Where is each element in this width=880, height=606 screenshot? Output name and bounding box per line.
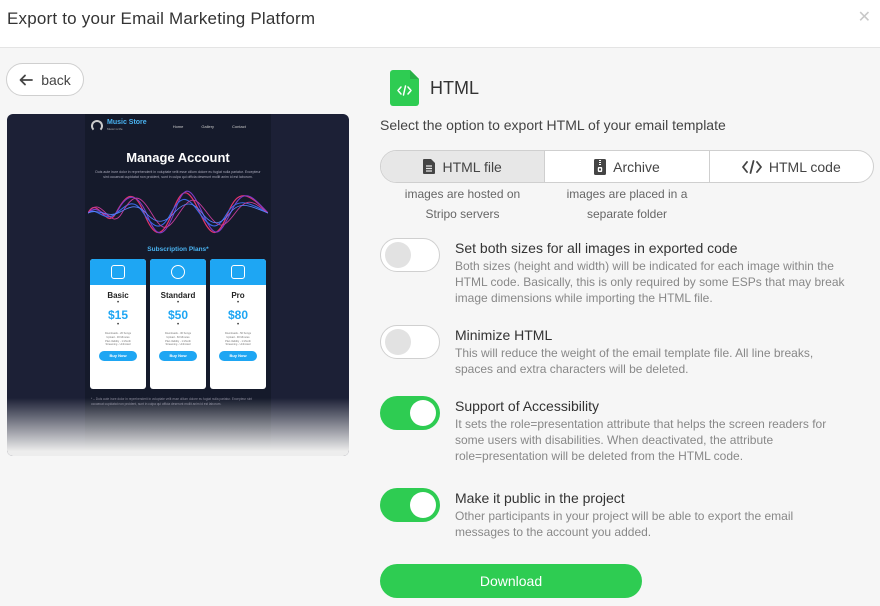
accessibility-title: Support of Accessibility [455, 398, 599, 414]
close-icon[interactable]: ✕ [858, 7, 871, 27]
back-label: back [41, 71, 71, 88]
arrow-left-icon [19, 74, 34, 85]
headphones-icon [91, 120, 103, 132]
modal-title: Export to your Email Marketing Platform [7, 9, 316, 28]
toggle-accessibility[interactable] [380, 396, 440, 430]
plan-icon [111, 265, 125, 279]
html-file-icon [390, 70, 419, 106]
image-sizes-title: Set both sizes for all images in exporte… [455, 240, 738, 256]
accessibility-desc: It sets the role=presentation attribute … [455, 417, 827, 463]
option-html-code-label: HTML code [768, 158, 841, 175]
buy-now-button: Buy Now [159, 351, 197, 362]
toggle-image-sizes[interactable] [380, 238, 440, 272]
plan-card: Pro • $80 • Downloads - 50 Songs Upload -… [210, 259, 266, 389]
plan-name: Pro [231, 291, 245, 300]
email-nav-home: Home [172, 123, 184, 129]
plan-name: Standard [160, 291, 196, 300]
plan-features: Downloads - 50 Songs Upload - 90 Minutes P… [224, 332, 252, 347]
public-title: Make it public in the project [455, 490, 625, 506]
toggle-knob [385, 329, 411, 355]
plans: Basic • $15 • Downloads - 20 Songs Upload… [85, 259, 271, 389]
plan-price: $15 [107, 308, 129, 322]
code-icon [741, 159, 762, 174]
template-preview: Music Store Music is life Home Gallery Co… [7, 114, 349, 456]
archive-hint: images are placed in a separate folder [566, 187, 688, 221]
buy-now-button: Buy Now [99, 351, 137, 362]
plan-icon [171, 265, 185, 279]
plans-title: Subscription Plans* [147, 246, 209, 253]
plan-price: $80 [227, 308, 249, 322]
toggle-knob [410, 492, 436, 518]
export-subtitle: Select the option to export HTML of your… [380, 117, 726, 133]
email-intro: Duis aute irure dolor in reprehenderit i… [95, 170, 261, 179]
export-type-selector: HTML file Archive HTML code [380, 150, 874, 183]
plan-features: Downloads - 30 Songs Upload - 60 Minutes P… [164, 332, 192, 347]
option-archive-label: Archive [613, 158, 660, 175]
toggle-public[interactable] [380, 488, 440, 522]
option-html-file[interactable]: HTML file [381, 151, 546, 182]
plan-card: Standard • $50 • Downloads - 30 Songs Upl… [150, 259, 206, 389]
email-nav: Music Store Music is life Home Gallery Co… [85, 114, 271, 138]
toggle-knob [385, 242, 411, 268]
plan-icon [231, 265, 245, 279]
minimize-html-title: Minimize HTML [455, 327, 553, 343]
plan-features: Downloads - 20 Songs Upload - 30 Minutes P… [104, 332, 132, 347]
soundwave-image [88, 190, 268, 234]
download-button[interactable]: Download [380, 564, 642, 598]
modal-header: Export to your Email Marketing Platform … [0, 0, 880, 48]
plan-price: $50 [167, 308, 189, 322]
plan-name: Basic [107, 291, 129, 300]
zip-icon [594, 158, 607, 175]
document-icon [423, 159, 436, 174]
plan-card: Basic • $15 • Downloads - 20 Songs Upload… [90, 259, 146, 389]
option-archive[interactable]: Archive [545, 151, 710, 182]
back-button[interactable]: back [6, 63, 84, 96]
email-heading: Manage Account [126, 150, 230, 165]
image-sizes-desc: Both sizes (height and width) will be in… [455, 259, 845, 305]
option-html-code[interactable]: HTML code [710, 151, 873, 182]
email-brand: Music Store Music is life [107, 119, 147, 131]
html-file-hint: images are hosted on Stripo servers [404, 187, 521, 221]
buy-now-button: Buy Now [219, 351, 257, 362]
toggle-knob [410, 400, 436, 426]
minimize-html-desc: This will reduce the weight of the email… [455, 346, 814, 376]
email-nav-contact: Contact [232, 123, 246, 129]
email-nav-gallery: Gallery [201, 123, 215, 129]
public-desc: Other participants in your project will … [455, 509, 794, 539]
toggle-minimize-html[interactable] [380, 325, 440, 359]
format-title: HTML [430, 78, 479, 98]
email-nav-links: Home Gallery Contact [173, 124, 246, 129]
option-html-file-label: HTML file [442, 158, 502, 175]
